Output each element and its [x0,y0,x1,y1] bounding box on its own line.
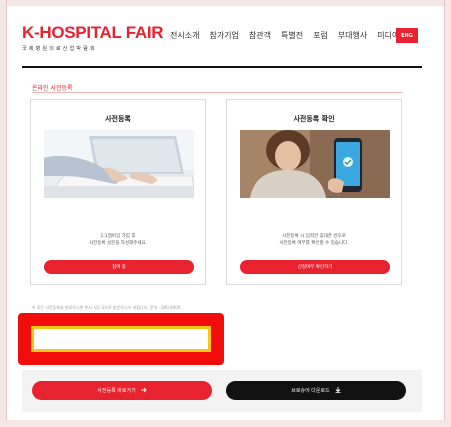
register-shortcut-button[interactable]: 사전등록 바로가기 [32,381,212,400]
nav-item-special[interactable]: 특별전 [281,30,303,42]
laptop-typing-image [44,130,194,198]
header-divider [22,66,422,68]
card-description: 1:1멤버십 가입 후 사전등록 설문을 작성해주세요. [31,233,205,247]
card-description: 사전등록 시 입력한 휴대폰 번호로 사전등록 여부를 확인할 수 있습니다. [227,233,401,247]
logo-title: K-HOSPITAL FAIR [22,23,164,42]
section-divider [32,92,403,93]
card-description-line: 사전등록 설문을 작성해주세요. [88,241,148,246]
nav-item-events[interactable]: 부대행사 [338,30,367,42]
nav-item-visitors[interactable]: 참관객 [249,30,271,42]
highlight-box-inner [31,326,211,352]
card-title: 사전등록 [105,115,131,123]
join-button[interactable]: 참여 중 [44,260,194,274]
download-icon [335,386,341,395]
card-description-line: 사전등록 여부를 확인할 수 있습니다. [279,241,349,246]
check-registration-button[interactable]: 신청여부 확인하기 [240,260,390,274]
logo-subtitle: 국제병원의료산업박람회 [22,46,97,52]
card-description-line: 1:1멤버십 가입 후 [100,234,136,239]
register-shortcut-label: 사전등록 바로가기 [97,388,136,394]
nav-item-exhibitors[interactable]: 참가기업 [209,30,238,42]
brochure-download-label: 브로슈어 다운로드 [291,388,330,394]
card-description-line: 사전등록 시 입력한 휴대폰 번호로 [282,234,346,239]
window-frame-bottom [0,420,451,427]
highlight-box [18,313,224,365]
language-button[interactable]: ENG [396,28,418,43]
window-frame-right [445,0,451,427]
window-frame-top [0,0,451,6]
main-nav: 전시소개 참가기업 참관객 특별전 포럼 부대행사 미디어 [170,30,399,42]
brochure-download-button[interactable]: 브로슈어 다운로드 [226,381,406,400]
card-preregister: 사전등록 1:1멤버십 가입 후 사전등록 설문을 작성해주세요. 참여 중 [30,99,206,285]
section-title: 온라인 사전등록 [32,85,73,92]
site-logo[interactable]: K-HOSPITAL FAIR 국제병원의료산업박람회 [22,23,164,53]
phone-woman-image [240,130,390,198]
nav-item-exhibition[interactable]: 전시소개 [170,30,199,42]
card-preregister-check: 사전등록 확인 사전등록 시 입력한 휴대폰 번호로 사전등록 여부를 확인할 … [226,99,402,285]
nav-item-forum[interactable]: 포럼 [313,30,328,42]
card-title: 사전등록 확인 [293,115,335,123]
window-frame-left-line [6,0,7,427]
notice-text: ※ 모든 사전등록을 완료하시면 본사 사무국으로 방문하시기 바랍니다. 문의… [32,305,181,310]
arrow-right-icon [140,387,147,395]
window-frame-right-line [444,0,445,427]
